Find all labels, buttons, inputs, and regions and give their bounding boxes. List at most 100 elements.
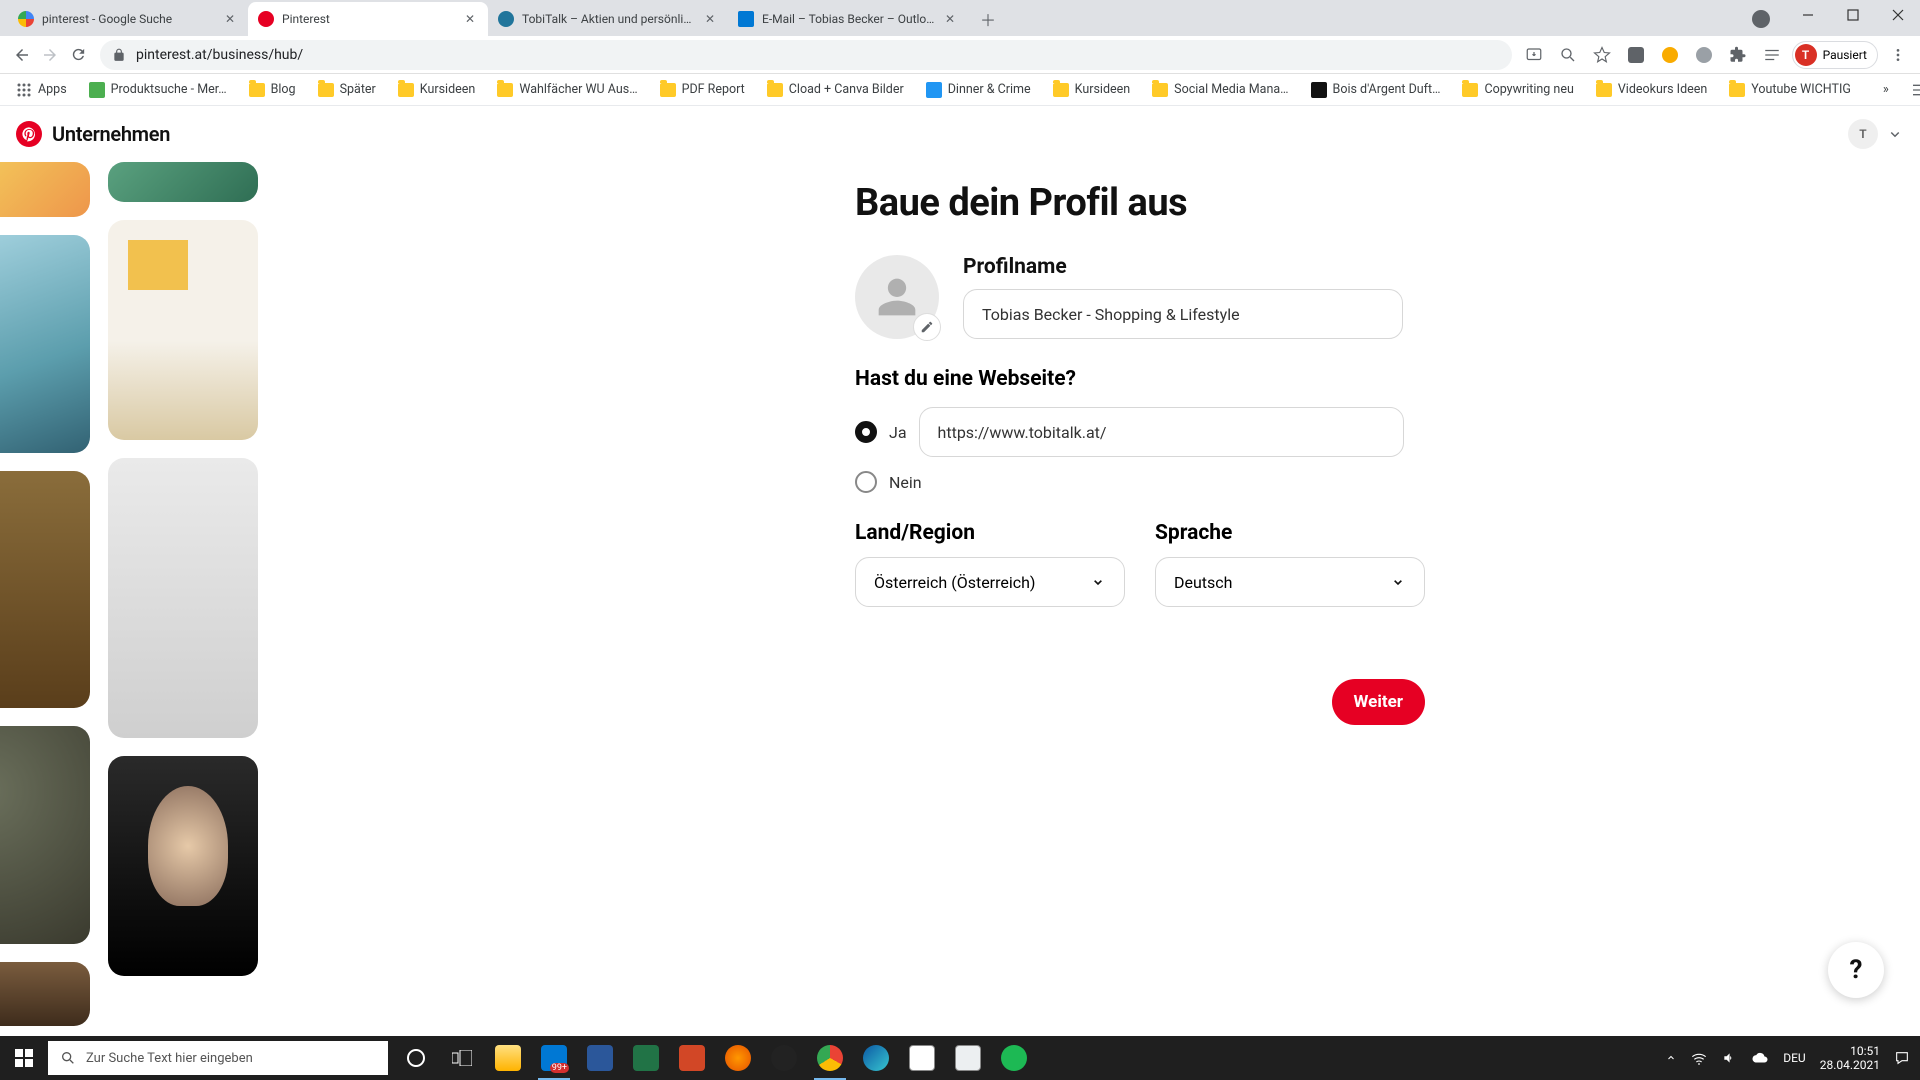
bookmark-bois-argent[interactable]: Bois d'Argent Duft…: [1305, 78, 1447, 102]
language-label: Sprache: [1155, 521, 1425, 545]
taskbar-spotify[interactable]: [992, 1036, 1036, 1080]
extension-icon-1[interactable]: [1622, 41, 1650, 69]
tray-volume-icon[interactable]: [1721, 1051, 1737, 1065]
country-select[interactable]: Österreich (Österreich): [855, 557, 1125, 607]
tray-onedrive-icon[interactable]: [1751, 1052, 1769, 1064]
taskbar-chrome[interactable]: [808, 1036, 852, 1080]
outlook-icon: [738, 11, 754, 27]
chrome-menu-icon[interactable]: [1884, 41, 1912, 69]
profilname-input[interactable]: [963, 289, 1403, 339]
pinterest-logo-icon[interactable]: [16, 121, 42, 147]
taskbar-taskview[interactable]: [440, 1036, 484, 1080]
bookmark-videokurs[interactable]: Videokurs Ideen: [1590, 78, 1713, 101]
bookmark-youtube[interactable]: Youtube WICHTIG: [1723, 78, 1857, 101]
install-app-icon[interactable]: [1520, 41, 1548, 69]
reading-list-button[interactable]: Leseliste: [1905, 78, 1920, 102]
window-minimize-button[interactable]: [1785, 0, 1830, 30]
taskbar-powerpoint[interactable]: [670, 1036, 714, 1080]
reading-list-icon[interactable]: [1758, 41, 1786, 69]
language-select[interactable]: Deutsch: [1155, 557, 1425, 607]
taskbar-explorer[interactable]: [486, 1036, 530, 1080]
bookmark-label: Wahlfächer WU Aus…: [519, 82, 637, 97]
bookmark-star-icon[interactable]: [1588, 41, 1616, 69]
bookmark-produktsuche[interactable]: Produktsuche - Mer…: [83, 78, 233, 102]
bookmark-wahlfaecher[interactable]: Wahlfächer WU Aus…: [491, 78, 643, 101]
profile-setup-form: Baue dein Profil aus Profilname Hast du …: [855, 181, 1425, 725]
account-menu-button[interactable]: [1886, 125, 1904, 143]
bookmark-kursideen[interactable]: Kursideen: [392, 78, 482, 101]
chrome-account-indicator[interactable]: [1752, 10, 1770, 28]
taskbar-word[interactable]: [578, 1036, 622, 1080]
taskbar-firefox[interactable]: [716, 1036, 760, 1080]
tray-language[interactable]: DEU: [1783, 1051, 1805, 1065]
close-icon[interactable]: ✕: [942, 11, 958, 27]
taskbar-cortana[interactable]: [394, 1036, 438, 1080]
website-no-radio[interactable]: [855, 471, 877, 493]
close-icon[interactable]: ✕: [222, 11, 238, 27]
address-bar[interactable]: pinterest.at/business/hub/: [100, 40, 1512, 70]
bookmark-pdf-report[interactable]: PDF Report: [654, 78, 751, 101]
taskbar-app[interactable]: [946, 1036, 990, 1080]
bookmark-spaeter[interactable]: Später: [312, 78, 382, 101]
bookmark-dinner-crime[interactable]: Dinner & Crime: [920, 78, 1037, 102]
bookmark-label: Cload + Canva Bilder: [789, 82, 904, 97]
taskbar-obs[interactable]: [762, 1036, 806, 1080]
badge-count: 99+: [550, 1063, 569, 1073]
taskbar-edge[interactable]: [854, 1036, 898, 1080]
tab-outlook[interactable]: E-Mail – Tobias Becker – Outlook ✕: [728, 2, 968, 36]
tab-tobitalk[interactable]: TobiTalk – Aktien und persönlich… ✕: [488, 2, 728, 36]
chrome-profile-chip[interactable]: T Pausiert: [1792, 41, 1878, 69]
profile-picture-picker[interactable]: [855, 255, 939, 339]
tab-title: Pinterest: [282, 12, 456, 26]
help-button[interactable]: ?: [1828, 942, 1884, 998]
start-button[interactable]: [0, 1036, 48, 1080]
tray-clock[interactable]: 10:51 28.04.2021: [1820, 1044, 1880, 1073]
window-close-button[interactable]: [1875, 0, 1920, 30]
bookmark-kursideen-2[interactable]: Kursideen: [1047, 78, 1137, 101]
extension-icon-3[interactable]: [1690, 41, 1718, 69]
website-url-input[interactable]: [919, 407, 1404, 457]
bookmark-cload-canva[interactable]: Cload + Canva Bilder: [761, 78, 910, 101]
bookmarks-bar: Apps Produktsuche - Mer… Blog Später Kur…: [0, 74, 1920, 106]
forward-button[interactable]: [36, 41, 64, 69]
apps-shortcut[interactable]: Apps: [10, 78, 73, 102]
profile-status: Pausiert: [1823, 48, 1867, 62]
bookmark-blog[interactable]: Blog: [243, 78, 302, 101]
zoom-icon[interactable]: [1554, 41, 1582, 69]
reload-button[interactable]: [64, 41, 92, 69]
tray-overflow-icon[interactable]: [1665, 1052, 1677, 1064]
extensions-puzzle-icon[interactable]: [1724, 41, 1752, 69]
tray-notifications-icon[interactable]: [1894, 1050, 1910, 1066]
bookmark-social-media[interactable]: Social Media Mana…: [1146, 78, 1294, 101]
bookmark-label: Dinner & Crime: [948, 82, 1031, 97]
site-icon: [926, 82, 942, 98]
taskbar-notepad[interactable]: [900, 1036, 944, 1080]
taskbar-mail[interactable]: 99+: [532, 1036, 576, 1080]
bookmark-label: Bois d'Argent Duft…: [1333, 82, 1441, 97]
taskbar-excel[interactable]: [624, 1036, 668, 1080]
back-button[interactable]: [8, 41, 36, 69]
website-yes-radio[interactable]: [855, 421, 877, 443]
close-icon[interactable]: ✕: [462, 11, 478, 27]
page-title: Unternehmen: [52, 122, 170, 146]
bookmark-copywriting[interactable]: Copywriting neu: [1456, 78, 1579, 101]
continue-button[interactable]: Weiter: [1332, 679, 1425, 725]
close-icon[interactable]: ✕: [702, 11, 718, 27]
bookmark-label: PDF Report: [682, 82, 745, 97]
clock-time: 10:51: [1820, 1044, 1880, 1058]
taskbar-search[interactable]: Zur Suche Text hier eingeben: [48, 1041, 388, 1075]
edit-avatar-button[interactable]: [913, 313, 941, 341]
user-avatar[interactable]: T: [1848, 119, 1878, 149]
website-question-label: Hast du eine Webseite?: [855, 367, 1425, 391]
tab-google-search[interactable]: pinterest - Google Suche ✕: [8, 2, 248, 36]
bookmarks-overflow[interactable]: »: [1877, 78, 1895, 101]
window-maximize-button[interactable]: [1830, 0, 1875, 30]
bookmark-label: Kursideen: [420, 82, 476, 97]
bookmark-label: Später: [340, 82, 376, 97]
extension-icon-2[interactable]: [1656, 41, 1684, 69]
bookmark-label: Kursideen: [1075, 82, 1131, 97]
tab-pinterest[interactable]: Pinterest ✕: [248, 2, 488, 36]
new-tab-button[interactable]: ＋: [974, 5, 1002, 33]
tray-network-icon[interactable]: [1691, 1051, 1707, 1065]
lock-icon: [112, 48, 126, 62]
